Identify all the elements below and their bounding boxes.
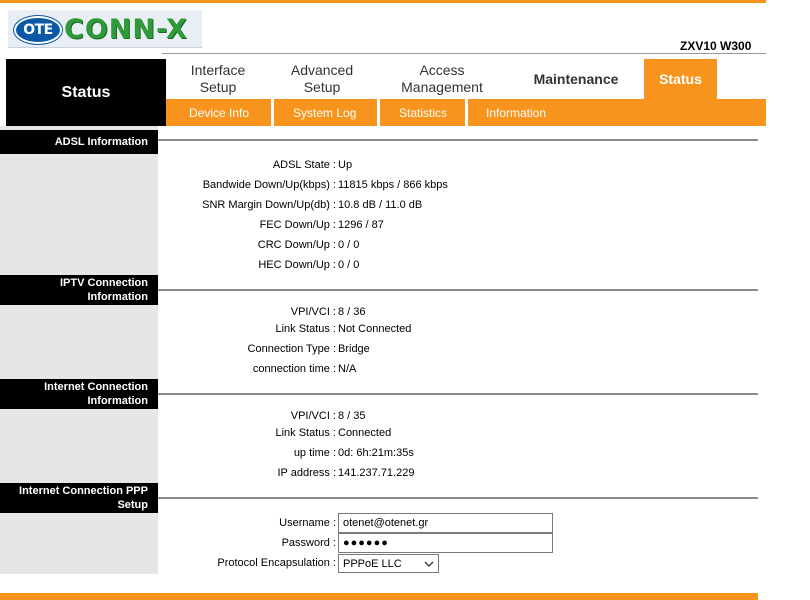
iptv-connection-type-label: Connection Type : [247,343,336,355]
section-adsl-information: ADSL Information [0,130,158,154]
section-title-line1: Internet Connection PPP [19,485,148,497]
device-model: ZXV10 W300 [680,39,752,53]
section-divider [158,139,758,141]
protocol-encapsulation-label: Protocol Encapsulation : [217,557,336,569]
tab-label-line1: Access [419,62,465,78]
tab-label-line2: Management [401,79,483,95]
tab-interface-setup[interactable]: Interface Setup [166,59,270,99]
section-divider [158,497,758,499]
tab-label: Status [659,70,702,87]
top-accent-bar [0,0,766,3]
tab-advanced-setup[interactable]: Advanced Setup [270,59,374,99]
iptv-link-status-value: Not Connected [338,323,412,335]
internet-ip-address-label: IP address : [277,467,337,479]
header-divider [162,53,766,54]
tab-label-line1: Interface [190,62,246,78]
ote-logo-badge: OTE [14,16,62,44]
internet-ip-address-value: 141.237.71.229 [338,467,415,479]
chevron-down-icon [424,561,434,567]
iptv-connection-type-value: Bridge [338,343,370,355]
crc-value: 0 / 0 [338,239,360,251]
snr-margin-value: 10.8 dB / 11.0 dB [338,199,423,211]
internet-link-status-label: Link Status : [275,427,336,439]
bottom-accent-bar [0,593,758,600]
current-section-title: Status [6,59,166,126]
tab-status[interactable]: Status [644,59,717,99]
internet-vpi-vci-label: VPI/VCI : [290,410,336,422]
adsl-state-label: ADSL State : [272,159,336,171]
section-divider [158,289,758,291]
adsl-state-value: Up [338,159,353,171]
internet-vpi-vci-value: 8 / 35 [338,410,366,422]
subtab-device-info[interactable]: Device Info [189,99,249,126]
iptv-vpi-vci-value: 8 / 36 [338,306,366,318]
ote-conn-x-logo: OTE CONN-X [8,10,202,48]
section-title-line1: Internet Connection [44,381,148,393]
section-title: ADSL Information [54,136,148,148]
iptv-connection-time-label: connection time : [252,363,336,375]
fec-label: FEC Down/Up : [259,219,336,231]
iptv-connection-time-value: N/A [338,363,357,375]
iptv-vpi-vci-label: VPI/VCI : [290,306,336,318]
protocol-encapsulation-select[interactable]: PPPoE LLC [338,554,439,573]
section-divider [158,393,758,395]
internet-up-time-label: up time : [293,447,336,459]
subtab-statistics[interactable]: Statistics [399,99,447,126]
tab-label-line2: Setup [303,79,341,95]
crc-label: CRC Down/Up : [257,239,336,251]
snr-margin-label: SNR Margin Down/Up(db) : [202,199,336,211]
fec-value: 1296 / 87 [338,219,384,231]
subtab-system-log[interactable]: System Log [293,99,356,126]
section-title-line2: Information [87,291,149,303]
internet-up-time-value: 0d: 6h:21m:35s [338,447,414,459]
internet-link-status-value: Connected [338,427,392,439]
subtab-separator [377,99,380,126]
tab-label-line2: Setup [199,79,237,95]
hec-label: HEC Down/Up : [258,259,336,271]
tab-label: Maintenance [533,70,619,87]
bandwidth-label: Bandwide Down/Up(kbps) : [202,179,336,191]
subtab-separator [271,99,274,126]
section-title-line1: IPTV Connection [60,277,148,289]
section-internet-connection-ppp-setup: Internet Connection PPP Setup [0,483,158,513]
bandwidth-value: 11815 kbps / 866 kbps [338,179,448,191]
hec-value: 0 / 0 [338,259,360,271]
section-internet-connection-information: Internet Connection Information [0,379,158,409]
username-label: Username : [279,517,336,529]
tab-label-line1: Advanced [290,62,354,78]
tab-maintenance[interactable]: Maintenance [512,59,640,99]
section-iptv-connection-information: IPTV Connection Information [0,275,158,305]
iptv-link-status-label: Link Status : [275,323,336,335]
subtab-information[interactable]: Information [486,99,546,126]
password-label: Password : [281,537,336,549]
password-field[interactable]: ●●●●●● [338,533,553,553]
conn-x-logo-text: CONN-X [64,13,188,45]
tab-access-management[interactable]: Access Management [380,59,504,99]
section-title-line2: Information [87,395,149,407]
username-field[interactable]: otenet@otenet.gr [338,513,553,533]
select-value: PPPoE LLC [343,557,402,570]
subtab-separator [465,99,468,126]
section-title-line2: Setup [117,499,148,511]
sub-navigation-bar: Device Info System Log Statistics Inform… [166,99,766,126]
